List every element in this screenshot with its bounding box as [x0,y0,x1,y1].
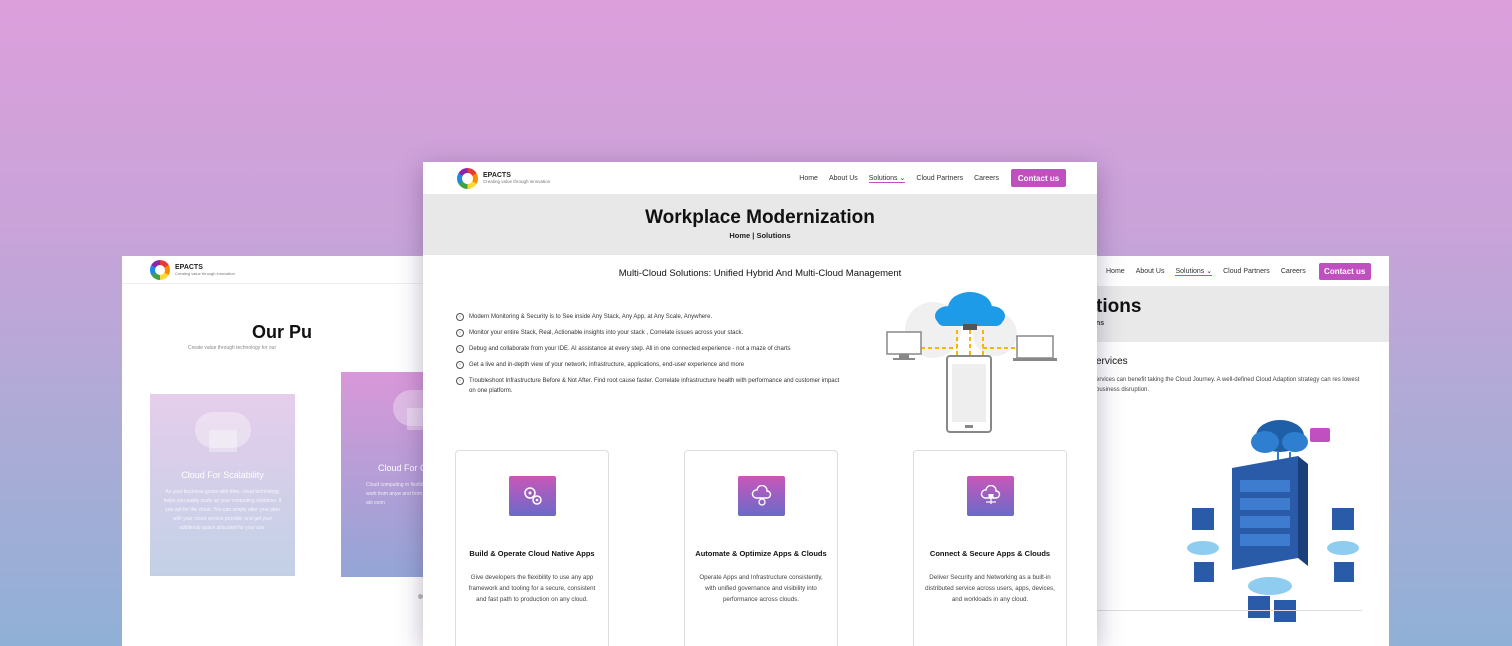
card-text: As your business grows with time, cloud … [163,489,282,531]
brand: EPACTS Creating value through innovation [483,172,550,184]
nav-solutions[interactable]: Solutions ⌄ [868,174,906,183]
list-item-text: Monitor your entire Stack, Real, Actiona… [469,330,744,336]
cloud-lock-icon [967,476,1014,516]
contact-button[interactable]: Contact us [1318,262,1371,280]
chevron-right-circle-icon: › [456,329,464,337]
chevron-right-circle-icon: › [456,377,464,385]
section-paragraph: ervices can benefit taking the Cloud Jou… [1096,377,1360,393]
nav-home[interactable]: Home [1106,268,1125,275]
site-header: EPACTS Creating value through innovation [122,256,432,284]
site-header: Home About Us Solutions ⌄ Cloud Partners… [1096,256,1389,286]
chevron-right-circle-icon: › [456,345,464,353]
page-title: tions [1096,296,1142,317]
card-title: Automate & Optimize Apps & Clouds [695,549,827,558]
connect-secure-card[interactable]: Connect & Secure Apps & Clouds Deliver S… [913,450,1067,646]
nav-solutions[interactable]: Solutions ⌄ [1175,267,1213,276]
left-page-title: Our Pu [252,322,313,342]
cloud-card[interactable]: Cloud For C Cloud computing m flexible o… [341,372,468,577]
multi-cloud-illustration [886,292,1057,433]
gears-icon [509,476,556,516]
feature-list: › Modern Monitoring & Security is to See… [456,312,846,402]
automate-optimize-card[interactable]: Automate & Optimize Apps & Clouds Operat… [684,450,838,646]
nav-home[interactable]: Home [799,175,818,182]
chevron-right-circle-icon: › [456,361,464,369]
right-page-screenshot: Home About Us Solutions ⌄ Cloud Partners… [1096,256,1389,646]
breadcrumb: Home | Solutions [729,231,791,240]
divider [1096,610,1362,611]
nav-solutions-label: Solutions [1175,267,1205,275]
list-item: › Get a live and in-depth view of your n… [456,360,846,370]
nav-careers[interactable]: Careers [1281,268,1306,275]
cloud-datacenter-illustration [1187,420,1359,622]
list-item: › Debug and collaborate from your IDE. A… [456,344,816,354]
scalability-card[interactable]: Cloud For Scalability As your business g… [150,394,295,576]
nav-about[interactable]: About Us [829,175,858,182]
list-item-text: Modern Monitoring & Security is to See i… [469,314,713,320]
cloud-settings-icon [738,476,785,516]
nav-careers[interactable]: Careers [974,175,999,182]
build-operate-card[interactable]: Build & Operate Cloud Native Apps Give d… [455,450,609,646]
page-title: Workplace Modernization [645,207,875,228]
chevron-down-icon: ⌄ [1206,267,1213,275]
epacts-logo-icon[interactable] [150,259,170,280]
chevron-right-circle-icon: › [456,313,464,321]
site-header: EPACTS Creating value through innovation… [423,162,1097,194]
card-title: Cloud For C [378,463,427,473]
left-page-subtitle: Create value through technology for our [188,345,277,351]
center-page-screenshot: EPACTS Creating value through innovation… [423,162,1097,646]
main-nav: Home About Us Solutions ⌄ Cloud Partners… [1106,262,1371,280]
epacts-logo-icon[interactable] [457,167,478,189]
brand: EPACTS Creating value through innovation [175,264,235,276]
main-nav: Home About Us Solutions ⌄ Cloud Partners… [799,169,1066,187]
contact-button[interactable]: Contact us [1011,169,1066,187]
brand-tagline: Creating value through innovation [175,270,235,276]
card-text: Operate Apps and Infrastructure consiste… [699,574,823,603]
list-item: › Troubleshoot Infrastructure Before & N… [456,376,846,396]
brand-name: EPACTS [483,172,511,179]
card-title: Connect & Secure Apps & Clouds [929,549,1051,558]
breadcrumb: ns [1096,320,1105,327]
list-item-text: Get a live and in-depth view of your net… [469,362,745,368]
card-title: Build & Operate Cloud Native Apps [469,549,595,558]
list-item: › Monitor your entire Stack, Real, Actio… [456,328,846,338]
cloud-server-icon [194,412,251,452]
list-item: › Modern Monitoring & Security is to See… [456,312,846,322]
nav-cloud-partners[interactable]: Cloud Partners [916,175,963,182]
card-text: Give developers the flexibility to use a… [468,574,596,603]
section-title: Multi-Cloud Solutions: Unified Hybrid An… [618,268,902,279]
card-title: Cloud For Scalability [181,470,264,480]
nav-cloud-partners[interactable]: Cloud Partners [1223,268,1270,275]
list-item-text: Debug and collaborate from your IDE. AI … [469,346,791,352]
card-text: Deliver Security and Networking as a bui… [925,574,1055,603]
nav-solutions-label: Solutions [868,174,898,182]
chevron-down-icon: ⌄ [899,174,906,182]
brand-name: EPACTS [175,263,203,271]
section-heading: ervices [1096,356,1128,367]
list-item-text: Troubleshoot Infrastructure Before & Not… [469,378,840,394]
nav-about[interactable]: About Us [1136,268,1165,275]
brand-tagline: Creating value through innovation [483,179,551,184]
